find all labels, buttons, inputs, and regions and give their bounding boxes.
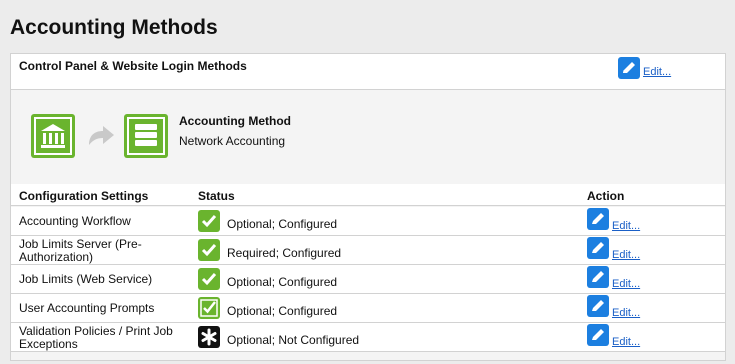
accounting-methods-panel: Control Panel & Website Login Methods Ed… xyxy=(10,53,726,361)
status-text: Optional; Configured xyxy=(227,304,338,318)
status-text: Required; Configured xyxy=(227,246,342,260)
column-header-action: Action xyxy=(587,189,625,203)
edit-icon[interactable] xyxy=(587,208,609,230)
login-methods-title: Control Panel & Website Login Methods xyxy=(19,59,247,73)
setting-name: Job Limits (Web Service) xyxy=(19,272,153,286)
edit-link[interactable]: Edit... xyxy=(612,336,640,348)
table-row: User Accounting Prompts Optional; Config… xyxy=(11,294,725,323)
edit-icon[interactable] xyxy=(618,57,640,79)
edit-icon[interactable] xyxy=(587,266,609,288)
table-header: Configuration Settings Status Action xyxy=(11,184,725,206)
table-row: Job Limits (Web Service) Optional; Confi… xyxy=(11,265,725,294)
setting-name: Job Limits Server (Pre-Authorization) xyxy=(19,237,142,264)
check-outline-icon xyxy=(198,297,220,319)
edit-link[interactable]: Edit... xyxy=(612,220,640,232)
status-text: Optional; Configured xyxy=(227,275,338,289)
table-row: Validation Policies / Print Job Exceptio… xyxy=(11,323,725,352)
setting-name: Accounting Workflow xyxy=(19,214,131,228)
edit-link[interactable]: Edit... xyxy=(612,278,640,290)
login-methods-header: Control Panel & Website Login Methods Ed… xyxy=(11,54,725,90)
transfer-arrow-icon xyxy=(83,123,117,156)
bank-icon xyxy=(31,114,75,158)
edit-link[interactable]: Edit... xyxy=(612,307,640,319)
login-methods-edit-link[interactable]: Edit... xyxy=(643,66,671,78)
table-row: Accounting Workflow Optional; Configured… xyxy=(11,207,725,236)
status-text: Optional; Configured xyxy=(227,217,338,231)
edit-icon[interactable] xyxy=(587,324,609,346)
setting-name: Validation Policies / Print Job Exceptio… xyxy=(19,324,173,351)
column-header-setting: Configuration Settings xyxy=(19,189,149,203)
column-header-status: Status xyxy=(198,189,235,203)
accounting-method-value: Network Accounting xyxy=(179,134,286,148)
edit-link[interactable]: Edit... xyxy=(612,249,640,261)
edit-icon[interactable] xyxy=(587,237,609,259)
status-text: Optional; Not Configured xyxy=(227,333,360,347)
table-row: Job Limits Server (Pre-Authorization) Re… xyxy=(11,236,725,265)
accounting-method-label: Accounting Method xyxy=(179,114,291,128)
check-icon xyxy=(198,210,220,232)
check-icon xyxy=(198,268,220,290)
accounting-method-section: Accounting Method Network Accounting xyxy=(11,90,725,182)
setting-name: User Accounting Prompts xyxy=(19,301,155,315)
page-title: Accounting Methods xyxy=(10,16,218,39)
asterisk-icon xyxy=(198,326,220,348)
edit-icon[interactable] xyxy=(587,295,609,317)
server-icon xyxy=(124,114,168,158)
check-icon xyxy=(198,239,220,261)
